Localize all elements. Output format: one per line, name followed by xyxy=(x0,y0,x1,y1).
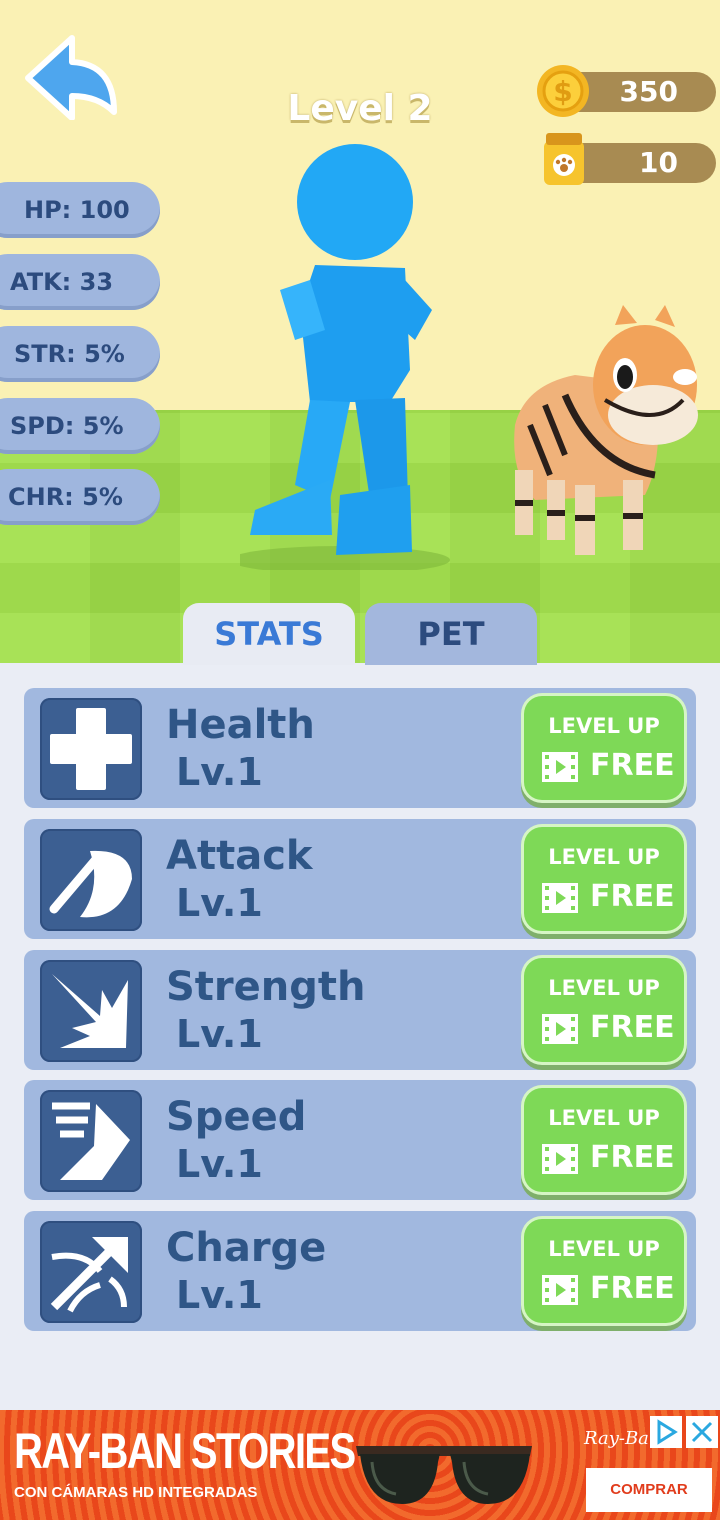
video-icon xyxy=(542,752,578,782)
upgrade-card-health: Health Lv.1 LEVEL UP FREE xyxy=(24,688,696,808)
coin-value: 350 xyxy=(619,75,678,108)
level-up-free-button[interactable]: LEVEL UP FREE xyxy=(524,696,684,800)
stat-tag-str: STR: 5% xyxy=(0,326,160,382)
upgrade-level: Lv.1 xyxy=(176,1012,263,1056)
upgrade-name: Attack xyxy=(166,833,313,879)
ad-close-icon[interactable] xyxy=(686,1416,718,1448)
stat-tag-chr: CHR: 5% xyxy=(0,469,160,525)
video-icon xyxy=(542,1144,578,1174)
video-icon xyxy=(542,883,578,913)
upgrade-name: Strength xyxy=(166,964,366,1010)
upgrade-card-attack: Attack Lv.1 LEVEL UP FREE xyxy=(24,819,696,939)
upgrade-name: Health xyxy=(166,702,315,748)
svg-text:$: $ xyxy=(553,75,572,108)
player-character xyxy=(240,144,450,570)
stat-tag-spd: SPD: 5% xyxy=(0,398,160,454)
coin-icon: $ xyxy=(537,65,589,117)
tiger-pet xyxy=(514,305,698,555)
level-up-free-button[interactable]: LEVEL UP FREE xyxy=(524,1088,684,1192)
upgrade-card-strength: Strength Lv.1 LEVEL UP FREE xyxy=(24,950,696,1070)
video-icon xyxy=(542,1014,578,1044)
stat-tag-hp: HP: 100 xyxy=(0,182,160,238)
upgrade-card-speed: Speed Lv.1 LEVEL UP FREE xyxy=(24,1080,696,1200)
level-up-free-button[interactable]: LEVEL UP FREE xyxy=(524,958,684,1062)
stat-tag-atk: ATK: 33 xyxy=(0,254,160,310)
sunglasses-image xyxy=(356,1446,532,1504)
impact-arrow-icon xyxy=(40,960,142,1062)
pet-food-value: 10 xyxy=(639,146,678,179)
upgrade-level: Lv.1 xyxy=(176,881,263,925)
upgrade-card-charge: Charge Lv.1 LEVEL UP FREE xyxy=(24,1211,696,1331)
tab-pet[interactable]: PET xyxy=(365,603,537,665)
ad-banner[interactable]: RAY-BAN STORIES CON CÁMARAS HD INTEGRADA… xyxy=(0,1410,720,1520)
video-icon xyxy=(542,1275,578,1305)
back-arrow-icon xyxy=(25,35,117,121)
level-title: Level 2 xyxy=(287,88,433,129)
axe-icon xyxy=(40,829,142,931)
boot-icon xyxy=(40,1090,142,1192)
upgrade-level: Lv.1 xyxy=(176,750,263,794)
level-up-free-button[interactable]: LEVEL UP FREE xyxy=(524,827,684,931)
upgrade-level: Lv.1 xyxy=(176,1273,263,1317)
upgrade-name: Speed xyxy=(166,1094,307,1140)
ad-choices-icon[interactable] xyxy=(650,1416,682,1448)
ad-title: RAY-BAN STORIES xyxy=(14,1423,356,1479)
charge-arrow-icon xyxy=(40,1221,142,1323)
level-up-free-button[interactable]: LEVEL UP FREE xyxy=(524,1219,684,1323)
back-button[interactable] xyxy=(22,34,122,121)
plus-icon xyxy=(40,698,142,800)
ad-subtitle: CON CÁMARAS HD INTEGRADAS xyxy=(14,1484,258,1501)
ad-cta-button[interactable]: COMPRAR AHORA xyxy=(586,1468,712,1512)
tab-stats[interactable]: STATS xyxy=(183,603,355,665)
pet-food-icon xyxy=(544,133,584,185)
upgrade-name: Charge xyxy=(166,1225,327,1271)
upgrade-level: Lv.1 xyxy=(176,1142,263,1186)
